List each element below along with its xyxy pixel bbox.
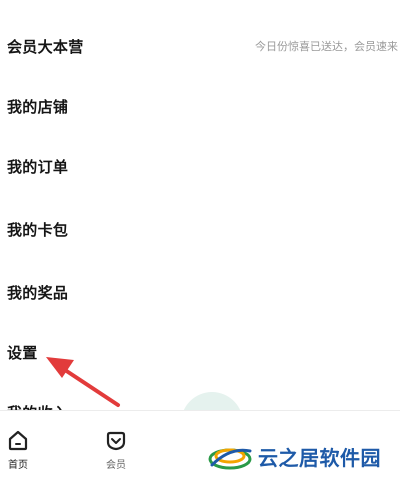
tab-member-label: 会员 — [106, 460, 126, 471]
menu-item-my-orders[interactable]: 我的订单 — [0, 146, 400, 186]
menu-item-my-cards[interactable]: 我的卡包 — [0, 209, 400, 249]
menu-item-settings[interactable]: 设置 — [0, 332, 400, 372]
menu-item-my-prizes[interactable]: 我的奖品 — [0, 272, 400, 312]
tab-home[interactable]: 首页 — [0, 411, 48, 482]
member-icon — [106, 431, 126, 451]
menu-item-label: 我的奖品 — [7, 283, 69, 302]
tab-home-label: 首页 — [8, 460, 28, 471]
member-promo-note: 今日份惊喜已送达，会员速来 — [255, 40, 398, 53]
menu-item-member-camp[interactable]: 会员大本营 今日份惊喜已送达，会员速来 — [0, 26, 400, 66]
watermark-text: 云之居软件园 — [258, 445, 381, 470]
menu-item-label: 会员大本营 — [7, 37, 84, 56]
watermark-logo — [208, 448, 252, 470]
menu-item-label: 设置 — [7, 343, 38, 362]
home-icon — [8, 430, 28, 451]
tab-member[interactable]: 会员 — [86, 411, 146, 482]
menu-item-label: 我的店铺 — [7, 97, 69, 116]
menu-item-label: 我的订单 — [7, 157, 69, 176]
menu-item-label: 我的卡包 — [7, 220, 69, 239]
menu-item-my-shop[interactable]: 我的店铺 — [0, 86, 400, 126]
site-watermark: 云之居软件园 — [200, 430, 400, 482]
